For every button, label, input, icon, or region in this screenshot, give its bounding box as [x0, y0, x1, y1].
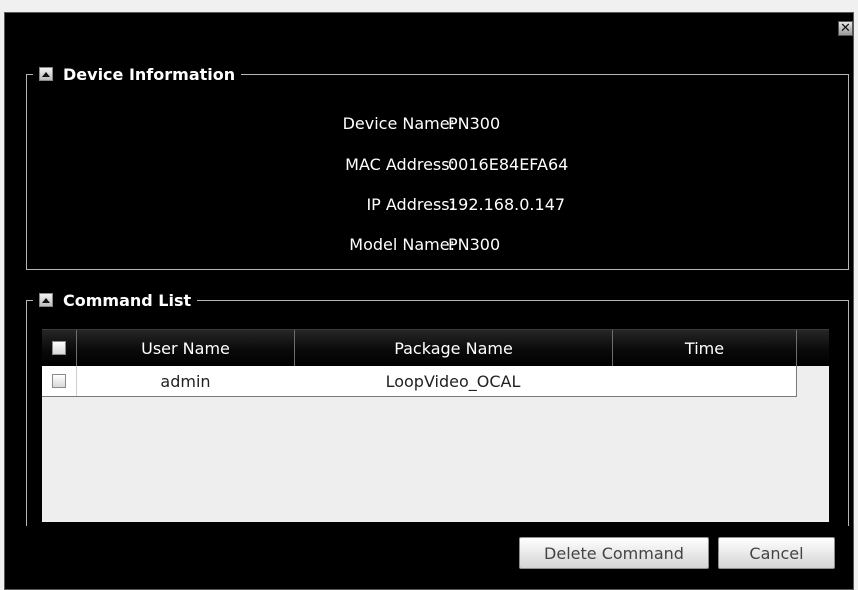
column-header-time[interactable]: Time	[612, 330, 796, 366]
close-button[interactable]: ✕	[838, 21, 853, 36]
mac-address-value: 0016E84EFA64	[448, 155, 569, 174]
row-checkbox[interactable]	[52, 374, 66, 388]
time-cell	[612, 366, 796, 396]
cancel-button[interactable]: Cancel	[718, 537, 835, 569]
user-name-cell: admin	[76, 366, 294, 396]
device-name-label: Device Name:	[342, 114, 455, 133]
ip-address-label: IP Address:	[366, 195, 455, 214]
device-name-value: PN300	[448, 114, 501, 133]
close-icon: ✕	[840, 21, 851, 36]
column-header-spacer	[796, 330, 829, 366]
collapse-command-list-button[interactable]	[39, 293, 53, 307]
select-all-cell	[42, 330, 76, 366]
command-list-title: Command List	[63, 290, 192, 310]
row-select-cell	[42, 366, 76, 396]
column-header-package-name[interactable]: Package Name	[294, 330, 612, 366]
table-header: User Name Package Name Time	[42, 329, 829, 366]
model-name-row: Model Name: PN300	[27, 235, 848, 255]
collapse-triangle-icon	[42, 297, 50, 303]
delete-command-button[interactable]: Delete Command	[519, 537, 709, 569]
device-information-header: Device Information	[33, 64, 241, 84]
command-list-header: Command List	[33, 290, 197, 310]
command-table: User Name Package Name Time admin LoopVi…	[42, 329, 829, 522]
model-name-value: PN300	[448, 235, 501, 254]
mac-address-row: MAC Address: 0016E84EFA64	[27, 155, 848, 175]
column-header-user-name[interactable]: User Name	[76, 330, 294, 366]
mac-address-label: MAC Address:	[345, 155, 455, 174]
collapse-triangle-icon	[42, 71, 50, 77]
table-row[interactable]: admin LoopVideo_OCAL	[42, 366, 797, 397]
collapse-device-information-button[interactable]	[39, 67, 53, 81]
ip-address-row: IP Address: 192.168.0.147	[27, 195, 848, 215]
model-name-label: Model Name:	[349, 235, 455, 254]
select-all-checkbox[interactable]	[52, 341, 66, 355]
device-name-row: Device Name: PN300	[27, 114, 848, 134]
device-information-title: Device Information	[63, 64, 236, 84]
device-information-group: Device Information Device Name: PN300 MA…	[26, 64, 849, 270]
package-name-cell: LoopVideo_OCAL	[385, 371, 521, 391]
ip-address-value: 192.168.0.147	[448, 195, 566, 214]
